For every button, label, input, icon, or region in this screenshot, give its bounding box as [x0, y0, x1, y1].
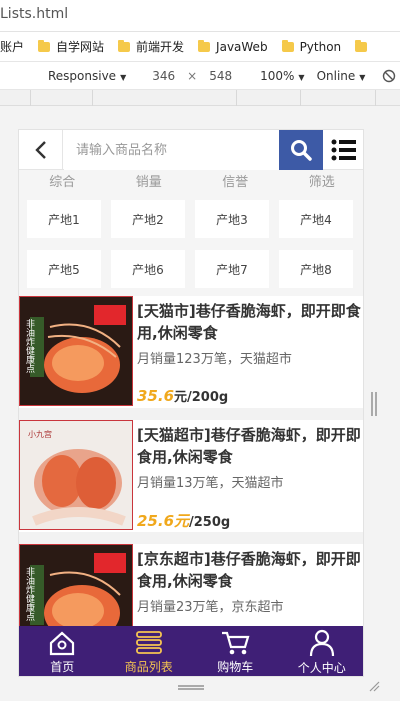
bookmarks-bar: 账户 自学网站 前端开发 JavaWeb Python: [0, 32, 400, 62]
nav-product-list[interactable]: 商品列表: [106, 626, 193, 676]
product-title[interactable]: [天猫超市]巷仔香脆海虾，即开即食用,休闲零食: [137, 424, 363, 468]
list-icon: [135, 630, 162, 654]
tab-title[interactable]: Lists.html: [0, 6, 68, 22]
price-unit: 元/200g: [174, 390, 229, 405]
network-label: Online: [316, 68, 356, 83]
divider: [19, 408, 363, 420]
nav-cart[interactable]: 购物车: [192, 626, 279, 676]
bookmark-folder[interactable]: Python: [281, 39, 342, 54]
product-image[interactable]: 小九宫: [19, 420, 133, 530]
resize-handle-bottom[interactable]: [178, 685, 204, 690]
dimension-separator: ×: [187, 68, 198, 83]
nav-home[interactable]: 首页: [19, 626, 106, 676]
origin-option[interactable]: 产地5: [27, 250, 101, 288]
sort-bar: 综合 销量 信誉 筛选: [19, 170, 364, 196]
chevron-left-icon: [34, 141, 46, 159]
width-input[interactable]: 346: [152, 69, 175, 83]
origin-option[interactable]: 产地3: [195, 200, 269, 238]
image-caption: 非油炸健康点: [24, 319, 34, 373]
list-view-button[interactable]: [323, 130, 363, 170]
caret-down-icon: ▼: [120, 72, 127, 82]
bookmark-label: JavaWeb: [216, 39, 268, 54]
bookmark-folder[interactable]: [355, 39, 373, 52]
divider: [19, 532, 363, 544]
product-price: 35.6元/200g: [137, 386, 228, 405]
device-viewport: 综合 销量 信誉 筛选 产地1 产地2 产地3 产地4 产地5 产地6 产地7 …: [18, 129, 364, 677]
search-bar: [19, 130, 363, 170]
caret-down-icon: ▼: [359, 72, 366, 82]
search-icon: [291, 140, 312, 161]
caret-down-icon: ▼: [298, 72, 305, 82]
origin-option[interactable]: 产地7: [195, 250, 269, 288]
user-icon: [309, 629, 334, 656]
device-mode-select[interactable]: Responsive ▼: [48, 69, 126, 83]
product-card[interactable]: 小九宫 [天猫超市]巷仔香脆海虾，即开即食用,休闲零食 月销量13万笔，天猫超市…: [19, 420, 363, 532]
price-amount: 25.6元: [137, 512, 190, 530]
bottom-nav: 首页 商品列表 购物车 个人中心: [19, 626, 364, 676]
ruler: [0, 90, 400, 106]
sort-tab-comprehensive[interactable]: 综合: [19, 170, 106, 196]
product-sales: 月销量123万笔，天猫超市: [137, 352, 292, 367]
nav-profile[interactable]: 个人中心: [279, 626, 364, 676]
folder-icon: [355, 39, 368, 52]
network-select[interactable]: Online ▼: [317, 69, 366, 83]
bookmark-label: 账户: [0, 40, 25, 54]
sort-tab-reputation[interactable]: 信誉: [192, 170, 279, 196]
bookmark-item[interactable]: 账户: [0, 38, 24, 55]
cart-icon: [222, 631, 250, 654]
folder-icon: [198, 39, 211, 52]
product-info: [京东超市]巷仔香脆海虾，即开即食用,休闲零食 月销量23万笔，京东超市: [137, 548, 363, 615]
shrimp-image: [20, 297, 132, 405]
image-caption: 非油炸健康点: [24, 567, 34, 621]
resize-handle-right[interactable]: [371, 392, 377, 416]
rotate-icon: [382, 69, 396, 83]
image-caption: 小九宫: [28, 430, 52, 439]
price-amount: 35.6: [137, 387, 175, 405]
product-price: 25.6元/250g: [137, 510, 230, 531]
product-title[interactable]: [京东超市]巷仔香脆海虾，即开即食用,休闲零食: [137, 548, 363, 592]
sort-tab-filter[interactable]: 筛选: [279, 170, 364, 196]
nav-label: 商品列表: [124, 659, 173, 674]
origin-option[interactable]: 产地2: [111, 200, 185, 238]
origin-option[interactable]: 产地4: [279, 200, 353, 238]
sort-tab-sales[interactable]: 销量: [106, 170, 193, 196]
nav-label: 购物车: [217, 659, 254, 674]
bookmark-folder[interactable]: 自学网站: [38, 38, 104, 55]
product-info: [天猫超市]巷仔香脆海虾，即开即食用,休闲零食 月销量13万笔，天猫超市: [137, 424, 363, 491]
product-title[interactable]: [天猫市]巷仔香脆海虾，即开即食用,休闲零食: [137, 300, 363, 344]
device-toolbar: Responsive ▼ 346 × 548 100% ▼ Online ▼: [0, 62, 400, 90]
list-icon: [331, 139, 356, 161]
bookmark-label: Python: [299, 39, 342, 54]
origin-option[interactable]: 产地8: [279, 250, 353, 288]
product-image[interactable]: 非油炸健康点: [19, 296, 133, 406]
folder-icon: [281, 39, 294, 52]
bookmark-folder[interactable]: 前端开发: [118, 38, 184, 55]
bookmark-label: 自学网站: [56, 40, 105, 54]
rotate-button[interactable]: [378, 62, 400, 90]
origin-option[interactable]: 产地6: [111, 250, 185, 288]
search-button[interactable]: [279, 130, 323, 170]
zoom-label: 100%: [260, 68, 295, 83]
folder-icon: [118, 39, 131, 52]
zoom-select[interactable]: 100% ▼: [260, 69, 304, 83]
back-button[interactable]: [19, 130, 63, 170]
product-card[interactable]: 非油炸健康点 [天猫市]巷仔香脆海虾，即开即食用,休闲零食 月销量123万笔，天…: [19, 296, 363, 408]
nav-label: 个人中心: [297, 660, 346, 675]
product-sales: 月销量13万笔，天猫超市: [137, 476, 284, 491]
home-icon: [50, 631, 75, 655]
origin-filter-grid: 产地1 产地2 产地3 产地4 产地5 产地6 产地7 产地8: [19, 196, 363, 296]
bookmark-folder[interactable]: JavaWeb: [198, 39, 268, 54]
search-input[interactable]: [64, 130, 279, 170]
bookmark-label: 前端开发: [136, 40, 185, 54]
nav-label: 首页: [50, 659, 75, 674]
product-info: [天猫市]巷仔香脆海虾，即开即食用,休闲零食 月销量123万笔，天猫超市: [137, 300, 363, 367]
resize-corner-icon[interactable]: [368, 680, 380, 692]
product-sales: 月销量23万笔，京东超市: [137, 600, 284, 615]
browser-tab-bar: Lists.html: [0, 0, 400, 32]
folder-icon: [38, 39, 51, 52]
origin-option[interactable]: 产地1: [27, 200, 101, 238]
device-mode-label: Responsive: [48, 68, 117, 83]
price-unit: /250g: [189, 515, 231, 530]
height-input[interactable]: 548: [209, 69, 232, 83]
